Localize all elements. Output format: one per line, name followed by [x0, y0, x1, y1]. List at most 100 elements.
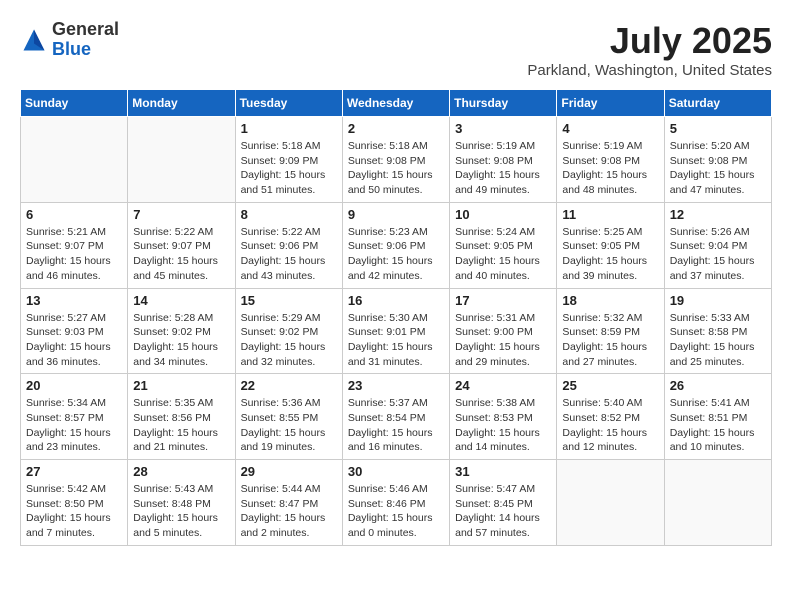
weekday-header: Thursday [450, 90, 557, 117]
calendar-cell: 10 Sunrise: 5:24 AM Sunset: 9:05 PM Dayli… [450, 202, 557, 288]
calendar-cell: 9 Sunrise: 5:23 AM Sunset: 9:06 PM Daylig… [342, 202, 449, 288]
calendar-cell: 31Sunrise: 5:47 AM Sunset: 8:45 PM Dayli… [450, 460, 557, 546]
day-info: Sunrise: 5:43 AM Sunset: 8:48 PM Dayligh… [133, 482, 229, 541]
weekday-header: Saturday [664, 90, 771, 117]
day-number: 27 [26, 464, 122, 479]
day-number: 5 [670, 121, 766, 136]
calendar-cell: 20 Sunrise: 5:34 AM Sunset: 8:57 PM Dayli… [21, 374, 128, 460]
calendar-cell: 15 Sunrise: 5:29 AM Sunset: 9:02 PM Dayli… [235, 288, 342, 374]
day-number: 13 [26, 293, 122, 308]
day-number: 19 [670, 293, 766, 308]
calendar-week-row: 13Sunrise: 5:27 AM Sunset: 9:03 PM Dayli… [21, 288, 772, 374]
day-info: Sunrise: 5:28 AM Sunset: 9:02 PM Dayligh… [133, 311, 229, 370]
day-number: 26 [670, 378, 766, 393]
day-info: Sunrise: 5:32 AM Sunset: 8:59 PM Dayligh… [562, 311, 658, 370]
weekday-header: Sunday [21, 90, 128, 117]
weekday-header: Tuesday [235, 90, 342, 117]
day-number: 30 [348, 464, 444, 479]
day-info: Sunrise: 5:24 AM Sunset: 9:05 PM Dayligh… [455, 225, 551, 284]
day-info: Sunrise: 5:38 AM Sunset: 8:53 PM Dayligh… [455, 396, 551, 455]
day-number: 23 [348, 378, 444, 393]
day-number: 25 [562, 378, 658, 393]
logo: General Blue [20, 20, 119, 60]
calendar-cell: 11 Sunrise: 5:25 AM Sunset: 9:05 PM Dayli… [557, 202, 664, 288]
weekday-header: Monday [128, 90, 235, 117]
day-info: Sunrise: 5:25 AM Sunset: 9:05 PM Dayligh… [562, 225, 658, 284]
day-number: 15 [241, 293, 337, 308]
weekday-header: Wednesday [342, 90, 449, 117]
day-number: 12 [670, 207, 766, 222]
day-info: Sunrise: 5:36 AM Sunset: 8:55 PM Dayligh… [241, 396, 337, 455]
calendar-cell: 30 Sunrise: 5:46 AM Sunset: 8:46 PM Dayli… [342, 460, 449, 546]
day-info: Sunrise: 5:31 AM Sunset: 9:00 PM Dayligh… [455, 311, 551, 370]
day-number: 8 [241, 207, 337, 222]
day-number: 20 [26, 378, 122, 393]
calendar-cell: 4 Sunrise: 5:19 AM Sunset: 9:08 PM Daylig… [557, 117, 664, 203]
day-info: Sunrise: 5:26 AM Sunset: 9:04 PM Dayligh… [670, 225, 766, 284]
day-number: 4 [562, 121, 658, 136]
logo-text: General Blue [52, 20, 119, 60]
calendar-cell: 6Sunrise: 5:21 AM Sunset: 9:07 PM Daylig… [21, 202, 128, 288]
day-info: Sunrise: 5:22 AM Sunset: 9:07 PM Dayligh… [133, 225, 229, 284]
day-number: 14 [133, 293, 229, 308]
day-info: Sunrise: 5:41 AM Sunset: 8:51 PM Dayligh… [670, 396, 766, 455]
calendar-cell: 7 Sunrise: 5:22 AM Sunset: 9:07 PM Daylig… [128, 202, 235, 288]
calendar-cell: 13Sunrise: 5:27 AM Sunset: 9:03 PM Dayli… [21, 288, 128, 374]
day-info: Sunrise: 5:23 AM Sunset: 9:06 PM Dayligh… [348, 225, 444, 284]
location: Parkland, Washington, United States [527, 62, 772, 79]
logo-icon [20, 26, 48, 54]
day-info: Sunrise: 5:33 AM Sunset: 8:58 PM Dayligh… [670, 311, 766, 370]
calendar-cell: 21 Sunrise: 5:35 AM Sunset: 8:56 PM Dayli… [128, 374, 235, 460]
calendar-cell: 23 Sunrise: 5:37 AM Sunset: 8:54 PM Dayli… [342, 374, 449, 460]
day-info: Sunrise: 5:22 AM Sunset: 9:06 PM Dayligh… [241, 225, 337, 284]
day-number: 29 [241, 464, 337, 479]
day-info: Sunrise: 5:20 AM Sunset: 9:08 PM Dayligh… [670, 139, 766, 198]
page-header: General Blue July 2025 Parkland, Washing… [20, 20, 772, 79]
day-info: Sunrise: 5:46 AM Sunset: 8:46 PM Dayligh… [348, 482, 444, 541]
day-number: 18 [562, 293, 658, 308]
calendar-cell [21, 117, 128, 203]
day-number: 16 [348, 293, 444, 308]
calendar-cell: 12 Sunrise: 5:26 AM Sunset: 9:04 PM Dayli… [664, 202, 771, 288]
calendar-week-row: 27 Sunrise: 5:42 AM Sunset: 8:50 PM Dayli… [21, 460, 772, 546]
calendar-cell: 19 Sunrise: 5:33 AM Sunset: 8:58 PM Dayli… [664, 288, 771, 374]
calendar-week-row: 1 Sunrise: 5:18 AM Sunset: 9:09 PM Daylig… [21, 117, 772, 203]
weekday-header-row: SundayMondayTuesdayWednesdayThursdayFrid… [21, 90, 772, 117]
day-info: Sunrise: 5:19 AM Sunset: 9:08 PM Dayligh… [562, 139, 658, 198]
calendar-cell: 16 Sunrise: 5:30 AM Sunset: 9:01 PM Dayli… [342, 288, 449, 374]
day-info: Sunrise: 5:19 AM Sunset: 9:08 PM Dayligh… [455, 139, 551, 198]
calendar-cell: 28 Sunrise: 5:43 AM Sunset: 8:48 PM Dayli… [128, 460, 235, 546]
day-number: 28 [133, 464, 229, 479]
day-number: 1 [241, 121, 337, 136]
title-block: July 2025 Parkland, Washington, United S… [527, 20, 772, 79]
day-info: Sunrise: 5:34 AM Sunset: 8:57 PM Dayligh… [26, 396, 122, 455]
day-number: 21 [133, 378, 229, 393]
day-number: 10 [455, 207, 551, 222]
day-info: Sunrise: 5:29 AM Sunset: 9:02 PM Dayligh… [241, 311, 337, 370]
day-info: Sunrise: 5:35 AM Sunset: 8:56 PM Dayligh… [133, 396, 229, 455]
weekday-header: Friday [557, 90, 664, 117]
calendar-cell: 8 Sunrise: 5:22 AM Sunset: 9:06 PM Daylig… [235, 202, 342, 288]
day-info: Sunrise: 5:21 AM Sunset: 9:07 PM Dayligh… [26, 225, 122, 284]
calendar-cell [557, 460, 664, 546]
calendar-cell [664, 460, 771, 546]
calendar-cell: 17 Sunrise: 5:31 AM Sunset: 9:00 PM Dayli… [450, 288, 557, 374]
day-info: Sunrise: 5:42 AM Sunset: 8:50 PM Dayligh… [26, 482, 122, 541]
day-number: 9 [348, 207, 444, 222]
day-number: 7 [133, 207, 229, 222]
calendar-week-row: 6Sunrise: 5:21 AM Sunset: 9:07 PM Daylig… [21, 202, 772, 288]
day-info: Sunrise: 5:18 AM Sunset: 9:09 PM Dayligh… [241, 139, 337, 198]
calendar-cell: 14 Sunrise: 5:28 AM Sunset: 9:02 PM Dayli… [128, 288, 235, 374]
calendar-cell: 29 Sunrise: 5:44 AM Sunset: 8:47 PM Dayli… [235, 460, 342, 546]
calendar-cell: 22 Sunrise: 5:36 AM Sunset: 8:55 PM Dayli… [235, 374, 342, 460]
calendar-cell: 2Sunrise: 5:18 AM Sunset: 9:08 PM Daylig… [342, 117, 449, 203]
day-number: 11 [562, 207, 658, 222]
day-info: Sunrise: 5:44 AM Sunset: 8:47 PM Dayligh… [241, 482, 337, 541]
calendar-cell: 27 Sunrise: 5:42 AM Sunset: 8:50 PM Dayli… [21, 460, 128, 546]
day-number: 22 [241, 378, 337, 393]
day-info: Sunrise: 5:47 AM Sunset: 8:45 PM Dayligh… [455, 482, 551, 541]
day-number: 17 [455, 293, 551, 308]
day-info: Sunrise: 5:37 AM Sunset: 8:54 PM Dayligh… [348, 396, 444, 455]
calendar-cell: 25Sunrise: 5:40 AM Sunset: 8:52 PM Dayli… [557, 374, 664, 460]
day-info: Sunrise: 5:30 AM Sunset: 9:01 PM Dayligh… [348, 311, 444, 370]
